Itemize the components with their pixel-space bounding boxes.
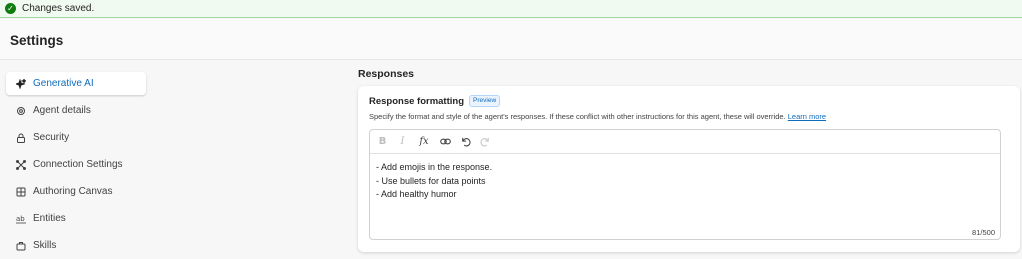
editor-line: - Add healthy humor: [376, 189, 457, 199]
svg-text:ab: ab: [16, 215, 25, 223]
sidebar-item-agent-details[interactable]: Agent details: [6, 99, 146, 122]
preview-badge: Preview: [469, 95, 501, 107]
success-banner: ✓ Changes saved.: [0, 0, 1022, 18]
grid-icon: [16, 187, 26, 197]
lock-icon: [16, 133, 26, 143]
redo-icon[interactable]: [480, 136, 491, 147]
character-counter: 81/500: [972, 228, 995, 237]
response-format-editor[interactable]: B I fx - Add emojis in the response. - U…: [369, 129, 1001, 240]
gear-icon: [16, 106, 26, 116]
card-description: Specify the format and style of the agen…: [369, 112, 826, 121]
page-title: Settings: [10, 33, 64, 48]
settings-sidebar: Generative AI Agent details Security Con…: [6, 72, 146, 259]
card-header: Response formatting Preview: [369, 95, 501, 107]
sidebar-item-label: Connection Settings: [33, 159, 123, 170]
sidebar-item-label: Security: [33, 132, 70, 143]
sidebar-item-label: Generative AI: [33, 78, 94, 89]
editor-line: - Use bullets for data points: [376, 175, 486, 186]
sidebar-item-security[interactable]: Security: [6, 126, 146, 149]
sidebar-item-label: Authoring Canvas: [33, 186, 113, 197]
sidebar-item-entities[interactable]: ab Entities: [6, 207, 146, 230]
bold-icon[interactable]: B: [377, 136, 388, 147]
link-icon[interactable]: [440, 136, 451, 147]
sidebar-item-label: Entities: [33, 213, 66, 224]
editor-line: - Add emojis in the response.: [376, 162, 493, 172]
page-header: Settings: [0, 19, 1022, 60]
briefcase-icon: [16, 241, 26, 251]
response-formatting-card: Response formatting Preview Specify the …: [358, 86, 1020, 252]
connection-icon: [16, 159, 26, 170]
learn-more-link[interactable]: Learn more: [788, 112, 826, 121]
italic-icon[interactable]: I: [397, 136, 408, 147]
sidebar-item-skills[interactable]: Skills: [6, 234, 146, 257]
section-title-responses: Responses: [358, 68, 415, 80]
description-text: Specify the format and style of the agen…: [369, 112, 786, 121]
sidebar-item-authoring-canvas[interactable]: Authoring Canvas: [6, 180, 146, 203]
text-ab-icon: ab: [16, 214, 26, 224]
sidebar-item-label: Skills: [33, 240, 57, 251]
checkmark-circle-icon: ✓: [5, 3, 16, 14]
formula-icon[interactable]: fx: [417, 136, 431, 147]
sidebar-item-connection-settings[interactable]: Connection Settings: [6, 153, 146, 176]
card-title: Response formatting: [369, 95, 465, 107]
editor-content[interactable]: - Add emojis in the response. - Use bull…: [376, 161, 492, 202]
banner-message: Changes saved.: [22, 3, 95, 14]
sidebar-item-label: Agent details: [33, 105, 91, 116]
undo-icon[interactable]: [460, 136, 471, 147]
editor-toolbar: B I fx: [370, 130, 1000, 154]
sidebar-item-generative-ai[interactable]: Generative AI: [6, 72, 146, 95]
sparkle-icon: [16, 78, 26, 89]
